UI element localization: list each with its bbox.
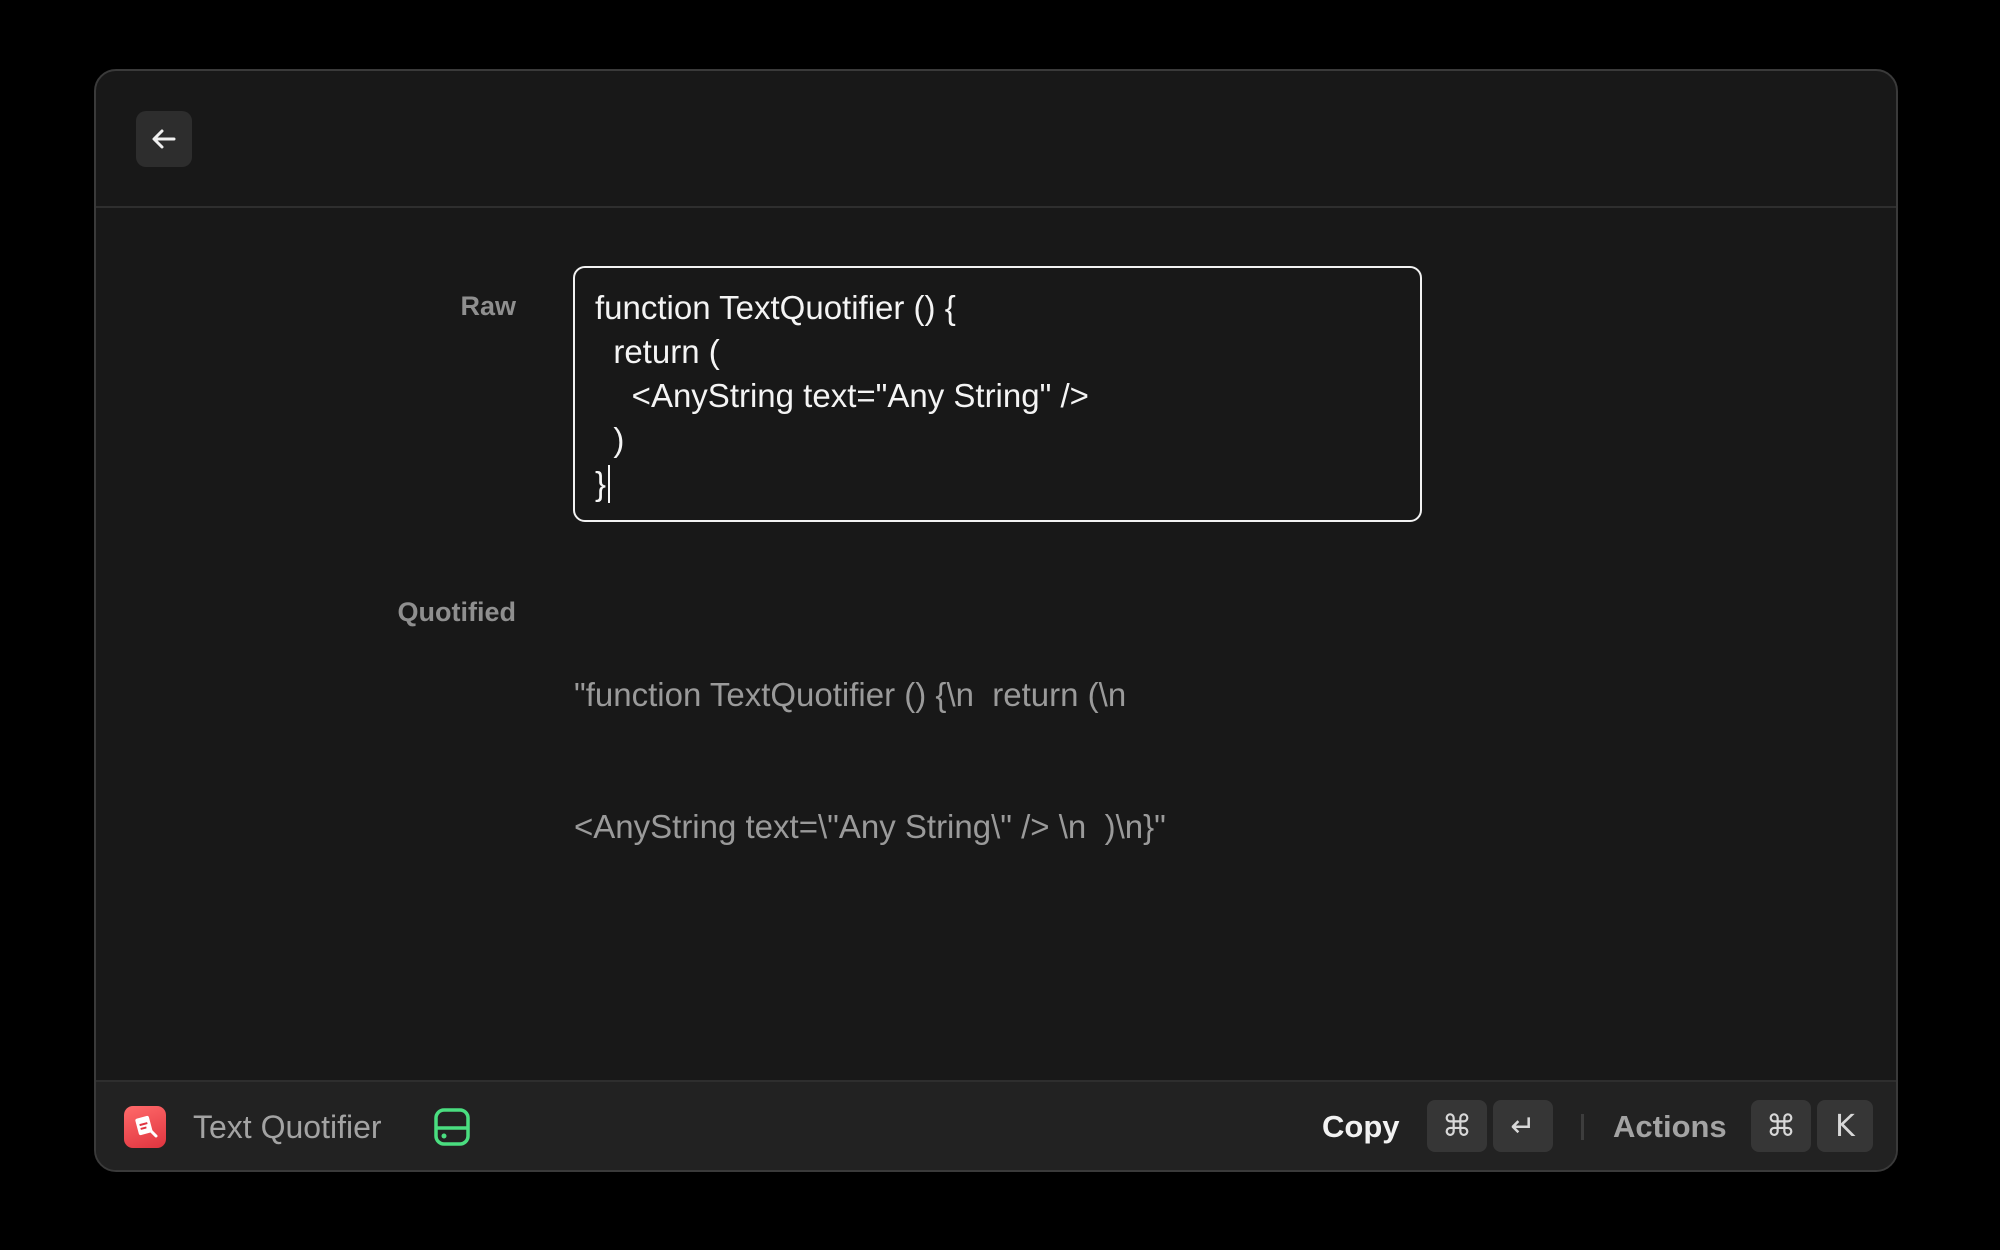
hard-drive-icon (434, 1108, 470, 1146)
raw-line: <AnyString text="Any String" /> (595, 377, 1089, 414)
command-key-badge: ⌘ (1751, 1100, 1811, 1152)
quotified-label: Quotified (397, 597, 516, 627)
raw-line: return ( (595, 333, 720, 370)
quotified-line: "function TextQuotifier () {\n return (\… (574, 676, 1127, 713)
arrow-left-icon (152, 129, 176, 149)
raw-textarea[interactable]: function TextQuotifier () { return ( <An… (573, 266, 1422, 522)
back-button[interactable] (136, 111, 192, 167)
top-bar (96, 71, 1896, 208)
raw-line: } (595, 465, 607, 502)
text-quotifier-app-icon (124, 1106, 166, 1148)
raw-line-last: } (595, 462, 1400, 506)
text-caret (608, 465, 611, 503)
return-key-badge: ↵ (1493, 1100, 1553, 1152)
copy-action[interactable]: Copy (1322, 1107, 1400, 1147)
divider (1581, 1114, 1584, 1140)
app-name: Text Quotifier (193, 1109, 382, 1145)
k-key-badge: K (1817, 1100, 1873, 1152)
raw-line: function TextQuotifier () { (595, 289, 956, 326)
raw-line: ) (595, 421, 625, 458)
quotified-line: <AnyString text=\"Any String\" /> \n )\n… (574, 808, 1166, 845)
command-key-badge: ⌘ (1427, 1100, 1487, 1152)
quotified-output: "function TextQuotifier () {\n return (\… (574, 585, 1334, 937)
extension-window: Raw function TextQuotifier () { return (… (94, 69, 1898, 1172)
actions-button[interactable]: Actions (1613, 1107, 1727, 1147)
raw-label: Raw (460, 291, 516, 321)
action-bar: Text Quotifier Copy ⌘ ↵ Actions ⌘ K (96, 1080, 1896, 1170)
